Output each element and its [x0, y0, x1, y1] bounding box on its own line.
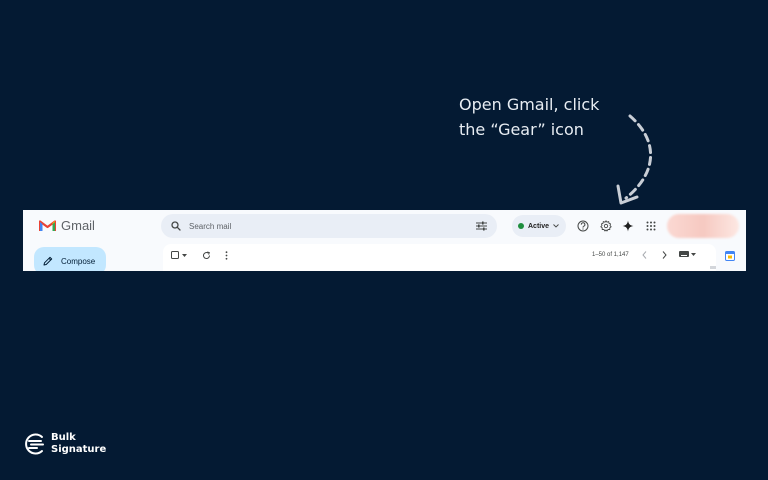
gemini-sparkle-icon[interactable]	[621, 219, 635, 233]
select-all-checkbox[interactable]	[171, 251, 187, 259]
apps-grid-icon[interactable]	[644, 219, 658, 233]
chevron-down-icon	[691, 252, 696, 256]
keyboard-icon	[679, 251, 689, 257]
search-bar[interactable]: Search mail	[161, 214, 497, 238]
gmail-logo[interactable]: Gmail	[39, 218, 95, 233]
brand-line-1: Bulk	[51, 432, 76, 443]
search-input[interactable]: Search mail	[189, 222, 476, 231]
input-tools-button[interactable]	[679, 251, 696, 257]
app-name: Gmail	[61, 218, 95, 233]
status-label: Active	[528, 222, 550, 230]
callout-line-2: the “Gear” icon	[459, 120, 584, 139]
next-page-icon[interactable]	[662, 251, 667, 259]
compose-button[interactable]: Compose	[34, 247, 106, 271]
more-options-icon[interactable]	[225, 251, 228, 260]
compose-label: Compose	[61, 256, 96, 266]
pencil-icon	[43, 256, 53, 266]
gear-icon[interactable]	[599, 219, 613, 233]
prev-page-icon[interactable]	[642, 251, 647, 259]
status-dot	[518, 223, 524, 229]
scrollbar[interactable]	[710, 266, 716, 269]
gmail-window: Gmail Search mail Active Compose 1–50 of…	[23, 210, 746, 271]
callout-line-1: Open Gmail, click	[459, 95, 600, 114]
pagination-text: 1–50 of 1,147	[592, 252, 629, 258]
search-icon[interactable]	[171, 221, 181, 231]
curved-arrow-icon	[616, 114, 653, 205]
brand-line-2: Signature	[51, 444, 107, 455]
bulk-signature-logo-icon	[25, 433, 44, 455]
instruction-callout: Open Gmail, click the “Gear” icon	[459, 92, 599, 142]
account-avatar[interactable]	[667, 214, 739, 238]
gmail-m-icon	[39, 220, 56, 231]
checkbox-icon	[171, 251, 179, 259]
help-icon[interactable]	[576, 219, 590, 233]
bulk-signature-logo: Bulk Signature	[24, 432, 106, 456]
status-selector[interactable]: Active	[512, 215, 566, 237]
chevron-down-icon	[182, 253, 187, 257]
mail-list: 1–50 of 1,147	[163, 244, 716, 271]
search-options-icon[interactable]	[476, 221, 487, 231]
refresh-icon[interactable]	[202, 251, 211, 260]
calendar-icon[interactable]	[725, 251, 735, 261]
chevron-down-icon	[553, 224, 559, 228]
